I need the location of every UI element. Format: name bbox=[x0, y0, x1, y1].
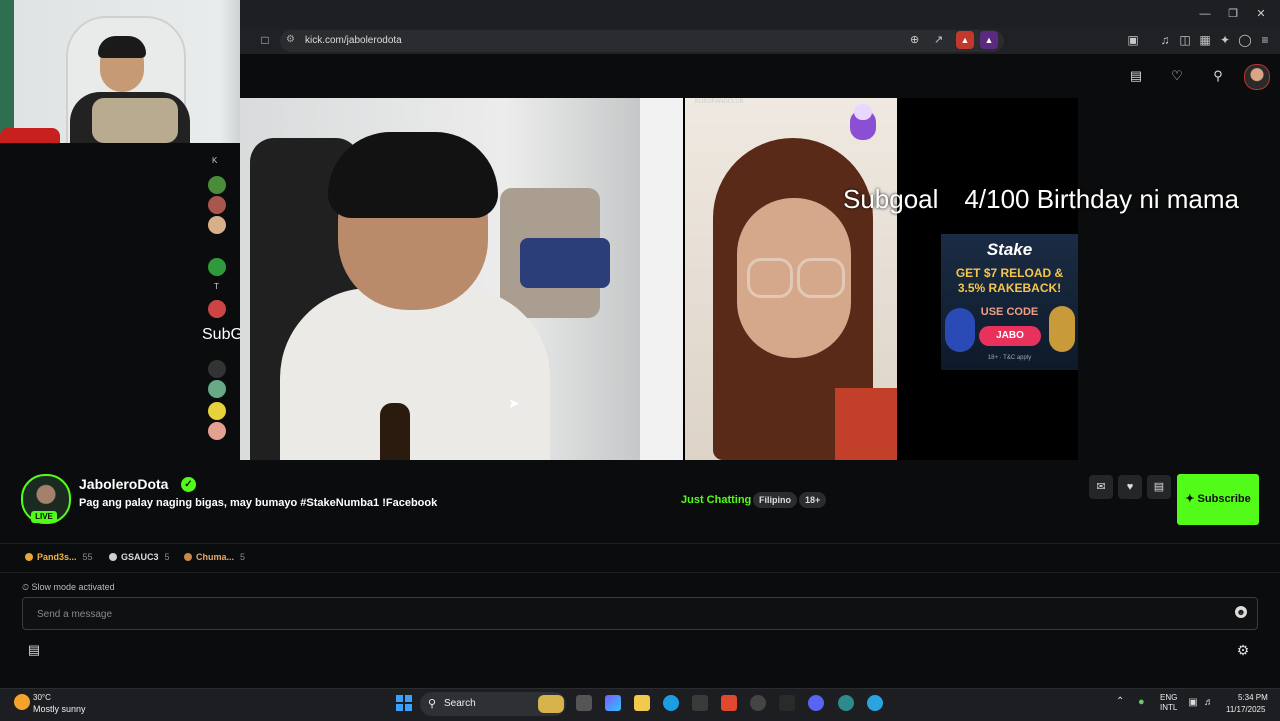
search-label: Search bbox=[444, 698, 476, 709]
chat-avatar bbox=[208, 380, 226, 398]
heart-icon[interactable]: ♡ bbox=[1168, 67, 1186, 85]
chat-avatar bbox=[208, 258, 226, 276]
mouse-cursor-icon: ➤ bbox=[508, 395, 520, 411]
following-icon[interactable]: ▤ bbox=[1127, 67, 1145, 85]
live-badge: LIVE bbox=[31, 511, 57, 523]
subgoal-overlay-text: SubG bbox=[202, 326, 243, 343]
store-app-icon[interactable] bbox=[692, 695, 708, 711]
rail-letter: T bbox=[214, 282, 219, 291]
tag-language[interactable]: Filipino bbox=[753, 492, 797, 508]
search-highlight-image bbox=[538, 695, 564, 713]
stake-promo: GET $7 RELOAD & 3.5% RAKEBACK! bbox=[955, 266, 1064, 295]
subgoal-text: 4/100 Birthday ni mama bbox=[964, 184, 1240, 214]
leaderboard-item[interactable]: Chuma... 5 bbox=[184, 552, 245, 562]
weather-icon[interactable] bbox=[14, 694, 30, 710]
streamer-webcam-overlay bbox=[0, 0, 240, 143]
search-icon[interactable]: ⚲ bbox=[1209, 67, 1227, 85]
clock-time[interactable]: 5:34 PM bbox=[1238, 693, 1268, 702]
chat-input-box[interactable] bbox=[22, 597, 1258, 630]
leo-ai-icon[interactable]: ✦ bbox=[1216, 31, 1234, 49]
network-icon[interactable]: ▣ bbox=[1187, 697, 1199, 709]
site-settings-icon[interactable]: ⚙ bbox=[286, 34, 295, 45]
windows-start-icon[interactable] bbox=[396, 695, 412, 711]
restore-button[interactable]: ❐ bbox=[1224, 5, 1242, 23]
screenshot-icon[interactable]: ▣ bbox=[1124, 31, 1142, 49]
zoom-icon[interactable]: ⊕ bbox=[910, 33, 919, 46]
wallet-icon[interactable]: ▦ bbox=[1196, 31, 1214, 49]
browser-titlebar bbox=[240, 0, 1280, 28]
clock-date[interactable]: 11/17/2025 bbox=[1226, 705, 1265, 714]
task-view-icon[interactable] bbox=[576, 695, 592, 711]
verified-icon: ✓ bbox=[181, 477, 196, 492]
chat-avatar bbox=[208, 402, 226, 420]
subgoal-banner: Subgoal 4/100 Birthday ni mama bbox=[843, 184, 1280, 214]
brave-shield-icon[interactable]: ▲ bbox=[956, 31, 974, 49]
stake-use-code: USE CODE bbox=[980, 306, 1039, 318]
settings-gear-icon[interactable]: ⚙ bbox=[1236, 643, 1250, 657]
subscribe-button[interactable]: ✦ Subscribe bbox=[1177, 474, 1259, 525]
app-icon[interactable] bbox=[779, 695, 795, 711]
chat-avatar bbox=[208, 216, 226, 234]
leaderboard-item[interactable]: Pand3s... 55 bbox=[25, 552, 93, 562]
tag-mature[interactable]: 18+ bbox=[799, 492, 827, 508]
chat-avatar bbox=[208, 300, 226, 318]
obs-icon[interactable] bbox=[750, 695, 766, 711]
telegram-icon[interactable] bbox=[867, 695, 883, 711]
notification-bell-icon[interactable]: ✉ bbox=[1089, 475, 1113, 499]
chat-avatar bbox=[208, 360, 226, 378]
stream-title: Pag ang palay naging bigas, may bumayo #… bbox=[79, 497, 438, 509]
user-avatar[interactable] bbox=[1244, 64, 1270, 90]
stake-code: JABO bbox=[979, 326, 1041, 346]
embedded-window-title: KUKUFANDCLUB bbox=[695, 99, 744, 105]
kick-header bbox=[240, 54, 1280, 98]
copilot-icon[interactable] bbox=[605, 695, 621, 711]
streamer-name[interactable]: JaboleroDota bbox=[79, 476, 168, 494]
stake-ad: Stake GET $7 RELOAD & 3.5% RAKEBACK! USE … bbox=[941, 234, 1078, 370]
subgoal-label: Subgoal bbox=[843, 184, 939, 214]
divider bbox=[0, 572, 1280, 573]
edge-icon[interactable] bbox=[663, 695, 679, 711]
search-icon: ⚲ bbox=[428, 698, 437, 710]
language-indicator[interactable]: ENG INTL bbox=[1160, 693, 1177, 713]
store-icon[interactable]: ▤ bbox=[27, 643, 41, 657]
app-icon[interactable] bbox=[838, 695, 854, 711]
chat-avatar bbox=[208, 176, 226, 194]
url-text: kick.com/jabolerodota bbox=[305, 35, 402, 46]
rewards-icon[interactable]: ▲ bbox=[980, 31, 998, 49]
weather-temperature[interactable]: 30°C bbox=[33, 693, 51, 702]
slow-mode-notice: ⏲ Slow mode activated bbox=[22, 582, 115, 592]
divider bbox=[0, 543, 1280, 544]
emoji-icon[interactable]: ☻ bbox=[1235, 606, 1247, 618]
close-button[interactable]: ✕ bbox=[1252, 5, 1270, 23]
video-feed-left bbox=[240, 98, 683, 460]
rail-letter: K bbox=[212, 156, 218, 165]
minimize-button[interactable]: — bbox=[1196, 5, 1214, 23]
gift-icon[interactable]: ▤ bbox=[1147, 475, 1171, 499]
chat-message-input[interactable] bbox=[35, 604, 1219, 624]
leaderboard-item[interactable]: GSAUC3 5 bbox=[109, 552, 170, 562]
category-link[interactable]: Just Chatting bbox=[681, 494, 751, 506]
menu-icon[interactable]: ≡ bbox=[1256, 31, 1274, 49]
microphone-icon[interactable]: ● bbox=[1138, 696, 1148, 710]
taskbar-search[interactable]: ⚲ Search bbox=[420, 692, 566, 716]
follow-heart-icon[interactable]: ♥ bbox=[1118, 475, 1142, 499]
weather-condition[interactable]: Mostly sunny bbox=[33, 704, 86, 714]
vpn-icon[interactable]: ◯ bbox=[1236, 31, 1254, 49]
chat-avatar bbox=[208, 196, 226, 214]
chat-overlay-rail: K T SubG bbox=[202, 140, 243, 460]
brave-app-icon[interactable] bbox=[721, 695, 737, 711]
stake-fine-print: 18+ · T&C apply bbox=[987, 355, 1032, 361]
music-icon[interactable]: ♫ bbox=[1156, 31, 1174, 49]
chat-avatar bbox=[208, 422, 226, 440]
stake-logo: Stake bbox=[986, 240, 1033, 259]
astronaut-icon bbox=[840, 104, 884, 154]
file-explorer-icon[interactable] bbox=[634, 695, 650, 711]
sidebar-icon[interactable]: ◫ bbox=[1176, 31, 1194, 49]
volume-icon[interactable]: ♬ bbox=[1203, 697, 1215, 709]
discord-icon[interactable] bbox=[808, 695, 824, 711]
bookmark-icon[interactable]: □ bbox=[256, 31, 274, 49]
url-field[interactable]: ⚙ kick.com/jabolerodota ⊕ ↗ bbox=[280, 30, 1004, 52]
share-icon[interactable]: ↗ bbox=[934, 33, 943, 46]
tray-chevron-up-icon[interactable]: ⌃ bbox=[1116, 696, 1124, 707]
